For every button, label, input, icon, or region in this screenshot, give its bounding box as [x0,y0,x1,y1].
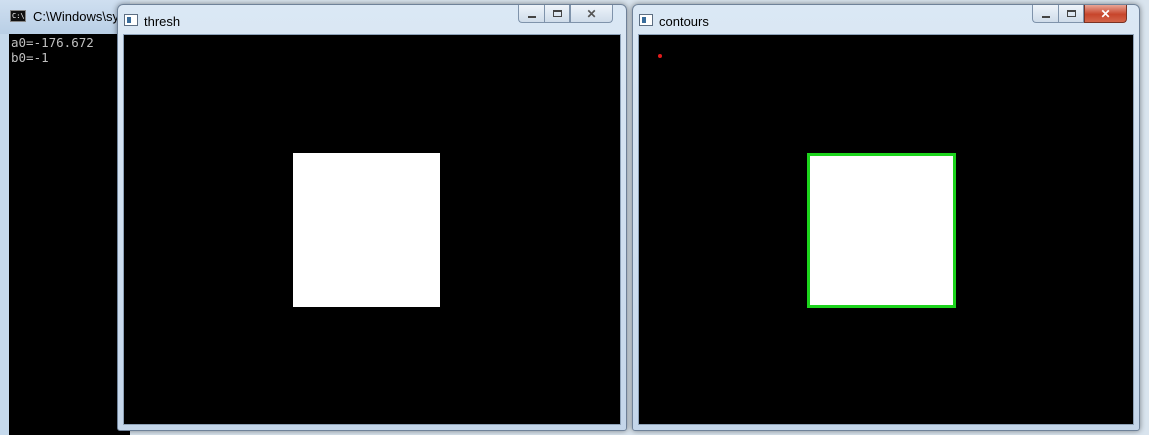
console-title: C:\Windows\sy [33,9,119,24]
console-line: a0=-176.672 [11,35,94,50]
minimize-button[interactable] [1032,5,1058,23]
console-window: C:\ C:\Windows\sy a0=-176.672 b0=-1 [0,0,130,435]
thresh-window-title: thresh [144,14,181,29]
close-icon: ✕ [1100,6,1111,21]
minimize-icon [527,15,536,18]
contour-square-shape [807,153,956,308]
maximize-icon [552,10,562,17]
console-output: a0=-176.672 b0=-1 [9,34,130,435]
console-titlebar[interactable]: C:\ C:\Windows\sy [0,0,130,34]
cmd-icon: C:\ [10,10,26,22]
maximize-icon [1066,10,1076,17]
thresh-window: thresh ✕ [117,4,627,431]
maximize-button[interactable] [1058,5,1084,23]
console-line: b0=-1 [11,50,49,65]
close-icon: ✕ [586,6,597,21]
caption-buttons: ✕ [518,5,613,23]
window-app-icon [639,14,653,26]
minimize-button[interactable] [518,5,544,23]
window-app-icon [124,14,138,26]
close-button[interactable]: ✕ [570,5,613,23]
thresh-image-canvas [123,34,621,425]
caption-buttons: ✕ [1032,5,1127,23]
white-square-shape [293,153,440,307]
contours-window: contours ✕ [632,4,1140,431]
contours-image-canvas [638,34,1134,425]
maximize-button[interactable] [544,5,570,23]
close-button[interactable]: ✕ [1084,5,1127,23]
red-marker-dot [658,54,662,58]
minimize-icon [1041,15,1050,18]
contours-window-title: contours [659,14,709,29]
